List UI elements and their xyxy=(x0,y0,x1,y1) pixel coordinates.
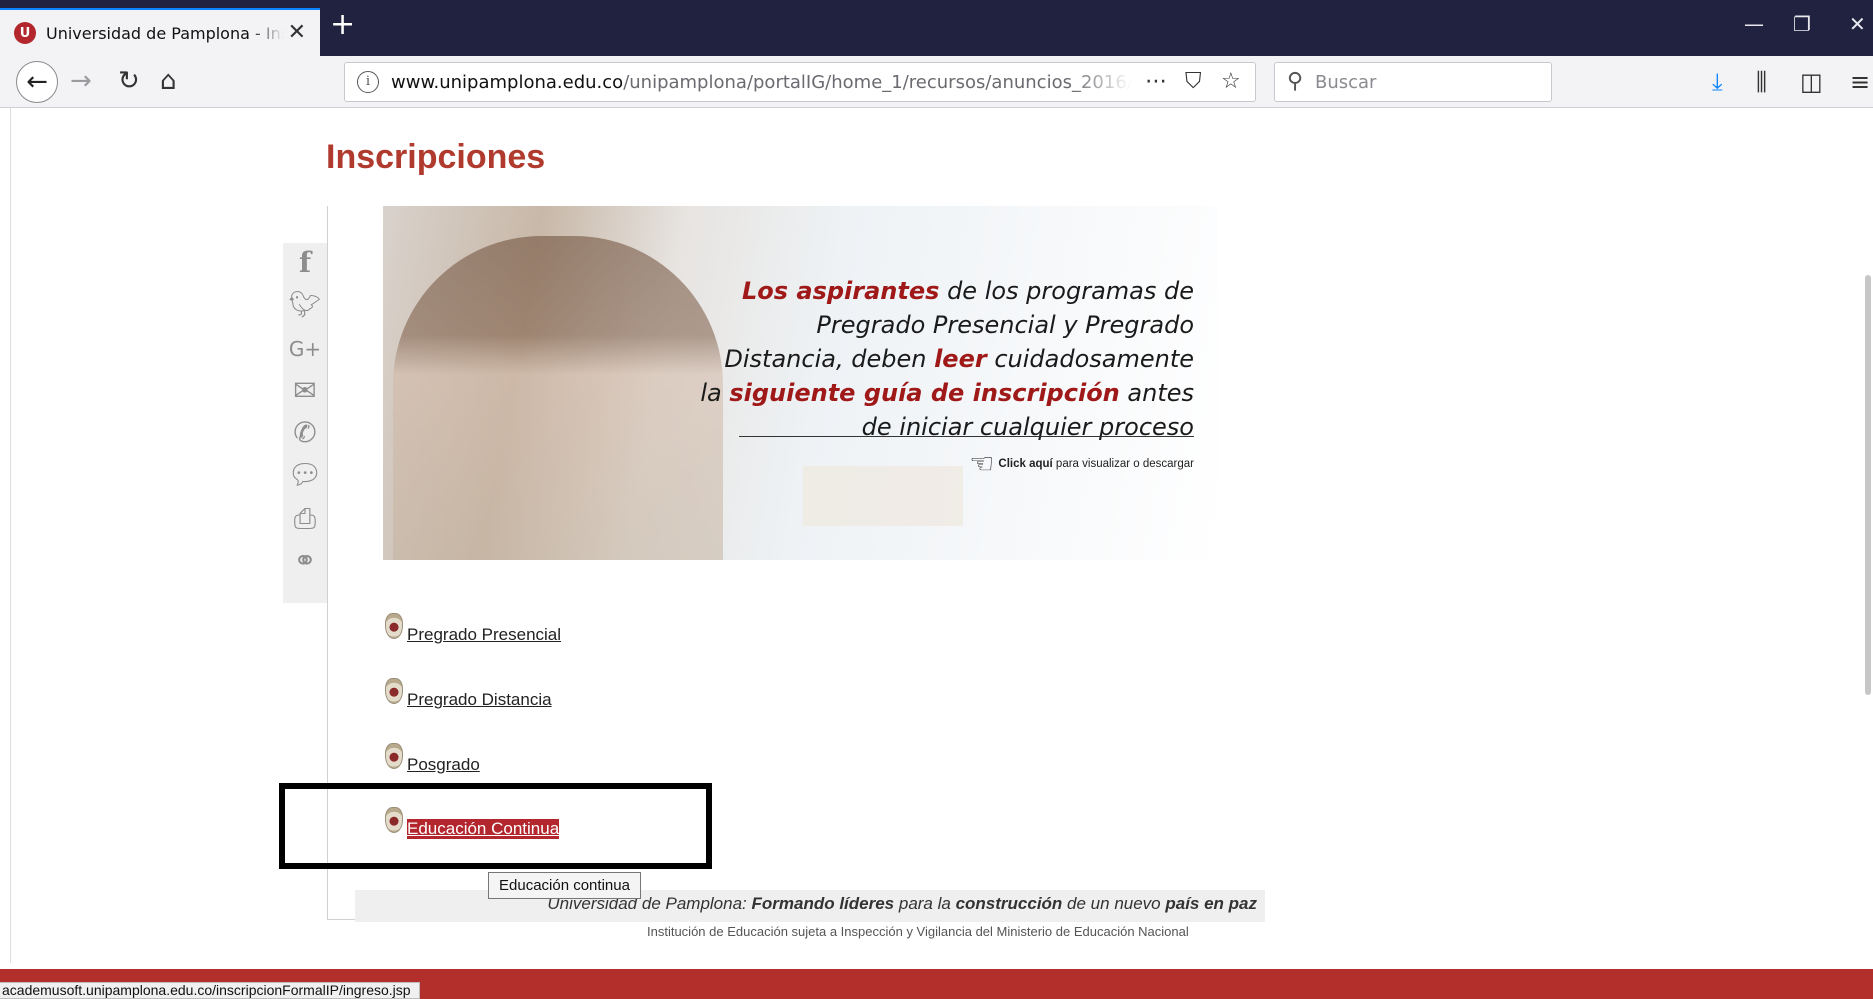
click-here-text: Click aquí para visualizar o descargar xyxy=(998,458,1194,470)
sms-icon[interactable]: 💬︎ xyxy=(283,457,327,493)
footer-motto: Universidad de Pamplona: Formando lídere… xyxy=(547,894,1257,914)
library-icon[interactable]: ⫼ xyxy=(1756,69,1767,95)
tab-close-icon[interactable]: ✕ xyxy=(288,20,306,45)
banner-books-image xyxy=(803,466,963,526)
footer-legal-text: Institución de Educación sujeta a Inspec… xyxy=(647,924,1189,939)
banner-text-3: Distancia, deben xyxy=(724,345,935,373)
university-shield-icon xyxy=(385,613,403,639)
page-title: Inscripciones xyxy=(326,138,546,176)
whatsapp-icon[interactable]: ✆ xyxy=(283,415,327,451)
banner-highlight-guia: siguiente guía de inscripción xyxy=(729,379,1120,407)
browser-titlebar: U Universidad de Pamplona - Inscripcione… xyxy=(0,0,1873,56)
page-left-border xyxy=(10,108,11,963)
reload-icon[interactable]: ↻ xyxy=(118,66,140,96)
motto-part-5: de un nuevo xyxy=(1062,894,1166,913)
inscription-guide-banner[interactable]: Los aspirantes de los programas de Pregr… xyxy=(383,206,1218,560)
click-here-rest: para visualizar o descargar xyxy=(1052,458,1194,470)
banner-divider xyxy=(739,436,1194,437)
link-label[interactable]: Pregrado Distancia xyxy=(407,690,552,710)
banner-message: Los aspirantes de los programas de Pregr… xyxy=(654,274,1194,444)
banner-highlight-leer: leer xyxy=(934,345,987,373)
scrollbar-thumb[interactable] xyxy=(1865,275,1871,695)
search-placeholder: Buscar xyxy=(1315,72,1377,93)
highlight-annotation-box xyxy=(279,783,712,869)
banner-click-here[interactable]: ☜ Click aquí para visualizar o descargar xyxy=(969,450,1194,478)
pocket-icon[interactable]: ⛉ xyxy=(1185,69,1202,94)
url-host: www.unipamplona.edu.co xyxy=(391,72,624,93)
link-pregrado-distancia[interactable]: Pregrado Distancia xyxy=(385,678,552,710)
link-tooltip: Educación continua xyxy=(488,872,641,899)
banner-text-1: de los programas de xyxy=(939,277,1194,305)
search-input[interactable]: ⚲ Buscar xyxy=(1274,62,1552,102)
print-icon[interactable]: ⎙ xyxy=(283,501,327,537)
email-icon[interactable]: ✉ xyxy=(283,373,327,409)
facebook-icon[interactable]: f xyxy=(283,245,327,281)
banner-text-2: Pregrado Presencial y Pregrado xyxy=(816,311,1194,339)
motto-part-2: Formando líderes xyxy=(751,894,895,913)
motto-part-3: para la xyxy=(894,894,956,913)
downloads-icon[interactable]: ⤓ xyxy=(1712,69,1723,95)
window-close-icon[interactable]: ✕ xyxy=(1849,12,1866,36)
banner-text-6: antes xyxy=(1119,379,1194,407)
link-label[interactable]: Posgrado xyxy=(407,755,480,775)
sidebar-icon[interactable]: ◫ xyxy=(1800,69,1823,95)
browser-tab[interactable]: U Universidad de Pamplona - Inscripcione… xyxy=(0,8,320,56)
minimize-icon[interactable]: — xyxy=(1744,12,1764,36)
status-bar-url: academusoft.unipamplona.edu.co/inscripci… xyxy=(0,982,420,999)
university-shield-icon xyxy=(385,743,403,769)
home-icon[interactable]: ⌂ xyxy=(160,66,177,96)
back-button[interactable]: ← xyxy=(16,61,58,103)
tab-title: Universidad de Pamplona - Inscripciones xyxy=(46,23,284,43)
tab-favicon-icon: U xyxy=(14,22,36,44)
address-bar[interactable]: i www.unipamplona.edu.co/unipamplona/por… xyxy=(344,62,1256,102)
social-share-bar: f 🐦︎ G+ ✉ ✆ 💬︎ ⎙ ⚭ xyxy=(283,243,327,603)
pointing-hand-icon: ☜ xyxy=(969,448,995,479)
motto-part-4: construcción xyxy=(955,894,1063,913)
banner-text-4: cuidadosamente xyxy=(986,345,1194,373)
motto-part-6: país en paz xyxy=(1165,894,1257,913)
click-here-bold: Click aquí xyxy=(998,458,1053,470)
link-icon[interactable]: ⚭ xyxy=(283,543,327,579)
menu-icon[interactable]: ≡ xyxy=(1850,69,1870,95)
forward-arrow-icon[interactable]: → xyxy=(70,66,92,96)
address-url[interactable]: www.unipamplona.edu.co/unipamplona/porta… xyxy=(391,72,1131,93)
site-info-icon[interactable]: i xyxy=(357,71,379,93)
google-plus-icon[interactable]: G+ xyxy=(283,331,327,367)
page-actions-icon[interactable]: ⋯ xyxy=(1145,69,1167,94)
new-tab-icon[interactable]: + xyxy=(330,10,355,40)
back-arrow-icon: ← xyxy=(26,67,48,97)
browser-navbar: ← → ↻ ⌂ i www.unipamplona.edu.co/unipamp… xyxy=(0,56,1873,108)
search-icon: ⚲ xyxy=(1287,69,1304,94)
twitter-icon[interactable]: 🐦︎ xyxy=(283,287,327,323)
university-shield-icon xyxy=(385,678,403,704)
banner-text-5: la xyxy=(700,379,730,407)
restore-icon[interactable]: ❐ xyxy=(1793,12,1811,36)
link-label[interactable]: Pregrado Presencial xyxy=(407,625,561,645)
link-pregrado-presencial[interactable]: Pregrado Presencial xyxy=(385,613,561,645)
link-posgrado[interactable]: Posgrado xyxy=(385,743,480,775)
bookmark-star-icon[interactable]: ☆ xyxy=(1221,69,1241,94)
banner-highlight-aspirantes: Los aspirantes xyxy=(741,277,940,305)
url-path: /unipamplona/portalIG/home_1/recursos/an… xyxy=(623,72,1131,93)
